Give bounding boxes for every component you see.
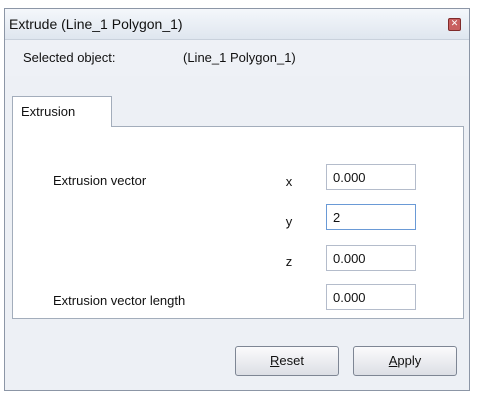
tab-extrusion-label: Extrusion (21, 104, 76, 119)
tab-extrusion[interactable]: Extrusion (12, 96, 112, 127)
reset-button[interactable]: Reset (235, 346, 339, 376)
apply-button[interactable]: Apply (353, 346, 457, 376)
x-value-input[interactable] (326, 164, 416, 190)
extrusion-panel: Extrusion vector x y z Extrusion vector … (12, 126, 464, 319)
dialog-footer: Reset Apply (5, 320, 469, 390)
extrusion-vector-length-label: Extrusion vector length (53, 293, 186, 308)
x-axis-label: x (285, 174, 293, 189)
selected-object-label: Selected object: (23, 50, 116, 65)
title-bar[interactable]: Extrude (Line_1 Polygon_1) ✕ (5, 9, 469, 40)
selected-object-row: Selected object: (Line_1 Polygon_1) (5, 40, 469, 76)
reset-label-rest: eset (279, 353, 304, 368)
extrusion-vector-label: Extrusion vector (53, 173, 147, 188)
window-title: Extrude (Line_1 Polygon_1) (9, 16, 183, 32)
selected-object-value: (Line_1 Polygon_1) (183, 50, 296, 65)
reset-mnemonic: R (270, 353, 280, 368)
y-value-input[interactable] (326, 204, 416, 230)
extrude-dialog: Extrude (Line_1 Polygon_1) ✕ Selected ob… (4, 8, 470, 391)
z-axis-label: z (285, 254, 293, 269)
z-value-input[interactable] (326, 245, 416, 271)
close-icon[interactable]: ✕ (448, 18, 461, 31)
apply-label-rest: pply (397, 353, 422, 368)
length-value-input[interactable] (326, 284, 416, 310)
y-axis-label: y (285, 214, 293, 229)
